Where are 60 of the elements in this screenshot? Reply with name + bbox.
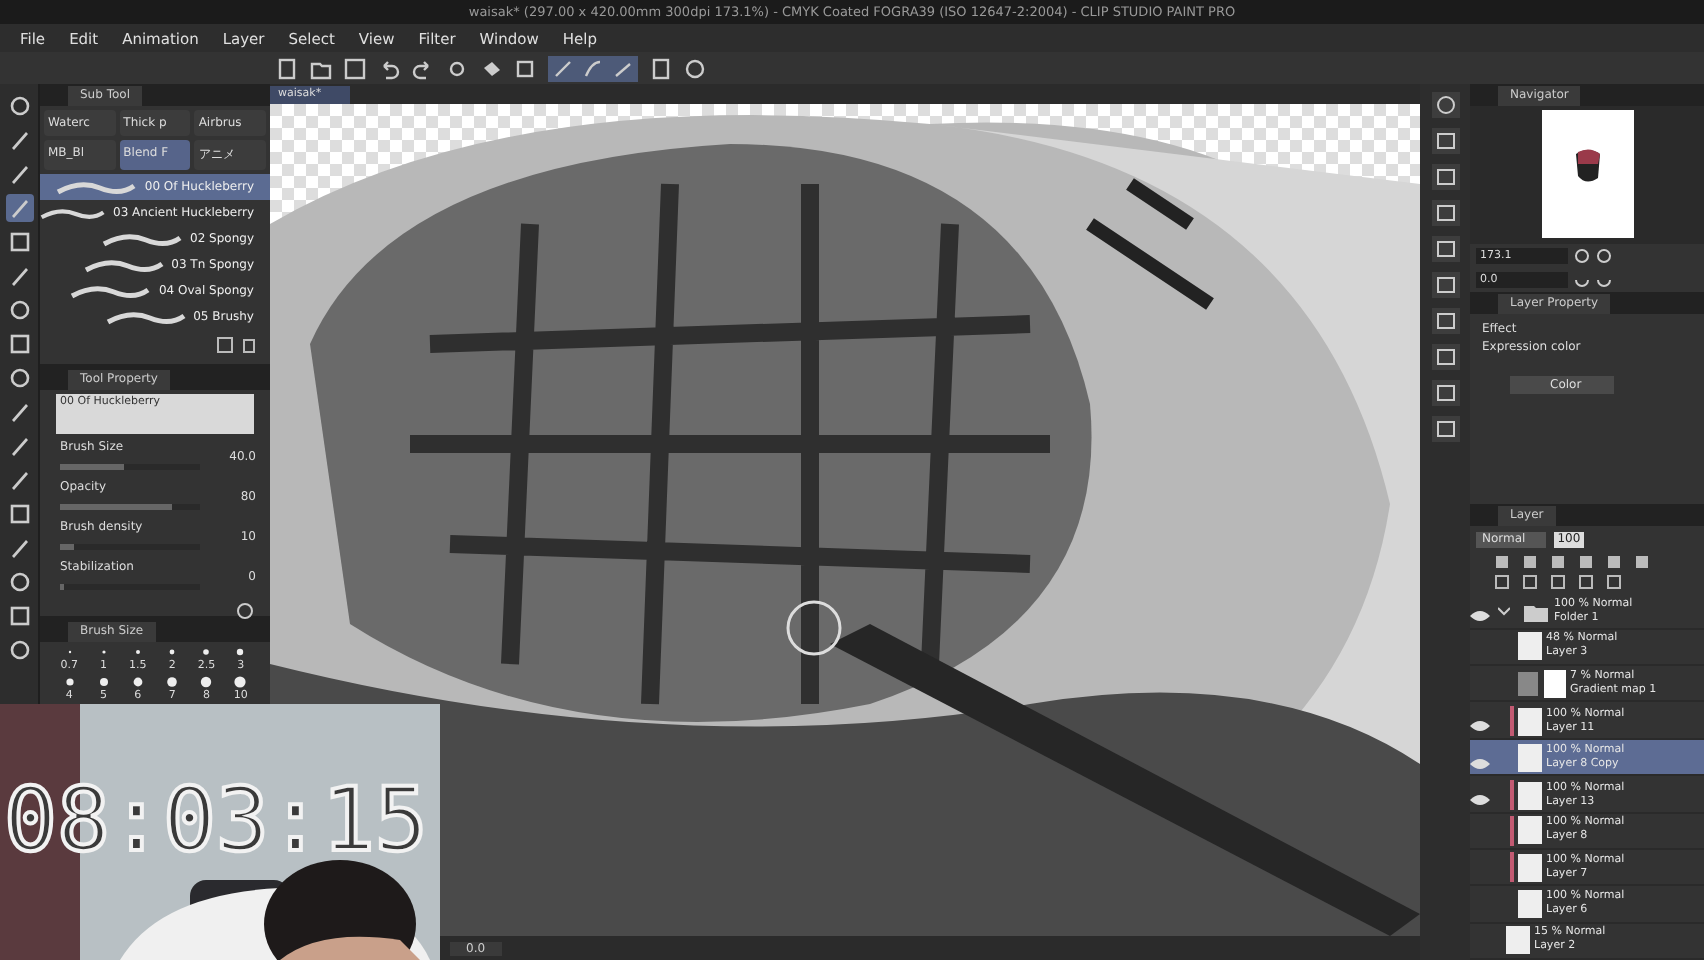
layer-thumbnail — [1518, 853, 1542, 882]
tool-icon[interactable] — [5, 602, 33, 630]
tool-icon[interactable] — [5, 500, 33, 528]
stroke-icon[interactable] — [552, 57, 574, 79]
layer-thumbnail — [1518, 707, 1542, 736]
panel-icon[interactable] — [1431, 272, 1459, 298]
stroke-preview-icon — [83, 255, 164, 275]
undo-icon[interactable] — [378, 57, 400, 79]
panel-icon[interactable] — [1431, 416, 1459, 442]
tool-icon[interactable] — [5, 296, 33, 324]
panel-icon[interactable] — [1431, 200, 1459, 226]
brush-dot-icon[interactable] — [131, 676, 144, 688]
tool-icon[interactable] — [5, 636, 33, 664]
brush-dot-icon[interactable] — [97, 646, 110, 658]
brush-dot-icon[interactable] — [166, 676, 179, 688]
layer-thumbnail — [1518, 744, 1542, 773]
tool-icon[interactable] — [5, 364, 33, 392]
layer-thumbnail — [1506, 926, 1530, 955]
property-slider[interactable] — [60, 463, 200, 469]
panel-icon[interactable] — [1431, 128, 1459, 154]
panel-icon[interactable] — [1431, 308, 1459, 334]
brush-dot-icon[interactable] — [97, 676, 110, 688]
folder-icon[interactable] — [310, 57, 332, 79]
tool-icon[interactable] — [5, 330, 33, 358]
layer-thumbnail — [1518, 781, 1542, 810]
thumbnail-drawing — [1571, 146, 1603, 187]
brush-dot-icon[interactable] — [63, 676, 76, 688]
panel-icon[interactable] — [1431, 164, 1459, 190]
panel-icon[interactable] — [1431, 344, 1459, 370]
tool-icon[interactable] — [5, 92, 33, 120]
brush-dot-icon[interactable] — [200, 676, 213, 688]
panel-icon[interactable] — [1431, 236, 1459, 262]
copy-icon[interactable] — [216, 336, 234, 354]
stroke-preview-icon — [102, 229, 182, 249]
new-file-icon[interactable] — [276, 57, 298, 79]
layer-thumbnail — [1518, 816, 1542, 845]
brush-dot-icon[interactable] — [166, 646, 179, 658]
brush-dot-icon[interactable] — [63, 646, 76, 658]
layer-thumbnail — [1518, 890, 1542, 919]
tool-icon[interactable] — [5, 194, 33, 222]
bucket-icon[interactable] — [480, 57, 502, 79]
tool-icon[interactable] — [5, 228, 33, 256]
transform-icon[interactable] — [514, 57, 536, 79]
stroke-preview-icon — [40, 203, 105, 223]
page-icon[interactable] — [650, 57, 672, 79]
stroke-icon[interactable] — [612, 57, 634, 79]
brush-dot-icon[interactable] — [234, 676, 247, 688]
stroke-preview-icon — [70, 281, 151, 301]
tool-icon[interactable] — [5, 568, 33, 596]
stroke-preview-icon — [105, 307, 186, 327]
panel-icon[interactable] — [1431, 380, 1459, 406]
brush-dot-icon[interactable] — [234, 646, 247, 658]
redo-icon[interactable] — [412, 57, 434, 79]
gradient-map-icon — [1518, 669, 1566, 698]
property-slider[interactable] — [60, 503, 200, 509]
layer-thumbnail — [1518, 632, 1542, 661]
brush-dot-icon[interactable] — [131, 646, 144, 658]
stroke-preview-icon — [56, 177, 137, 197]
curve-icon[interactable] — [582, 57, 604, 79]
brush-dot-icon[interactable] — [200, 646, 213, 658]
